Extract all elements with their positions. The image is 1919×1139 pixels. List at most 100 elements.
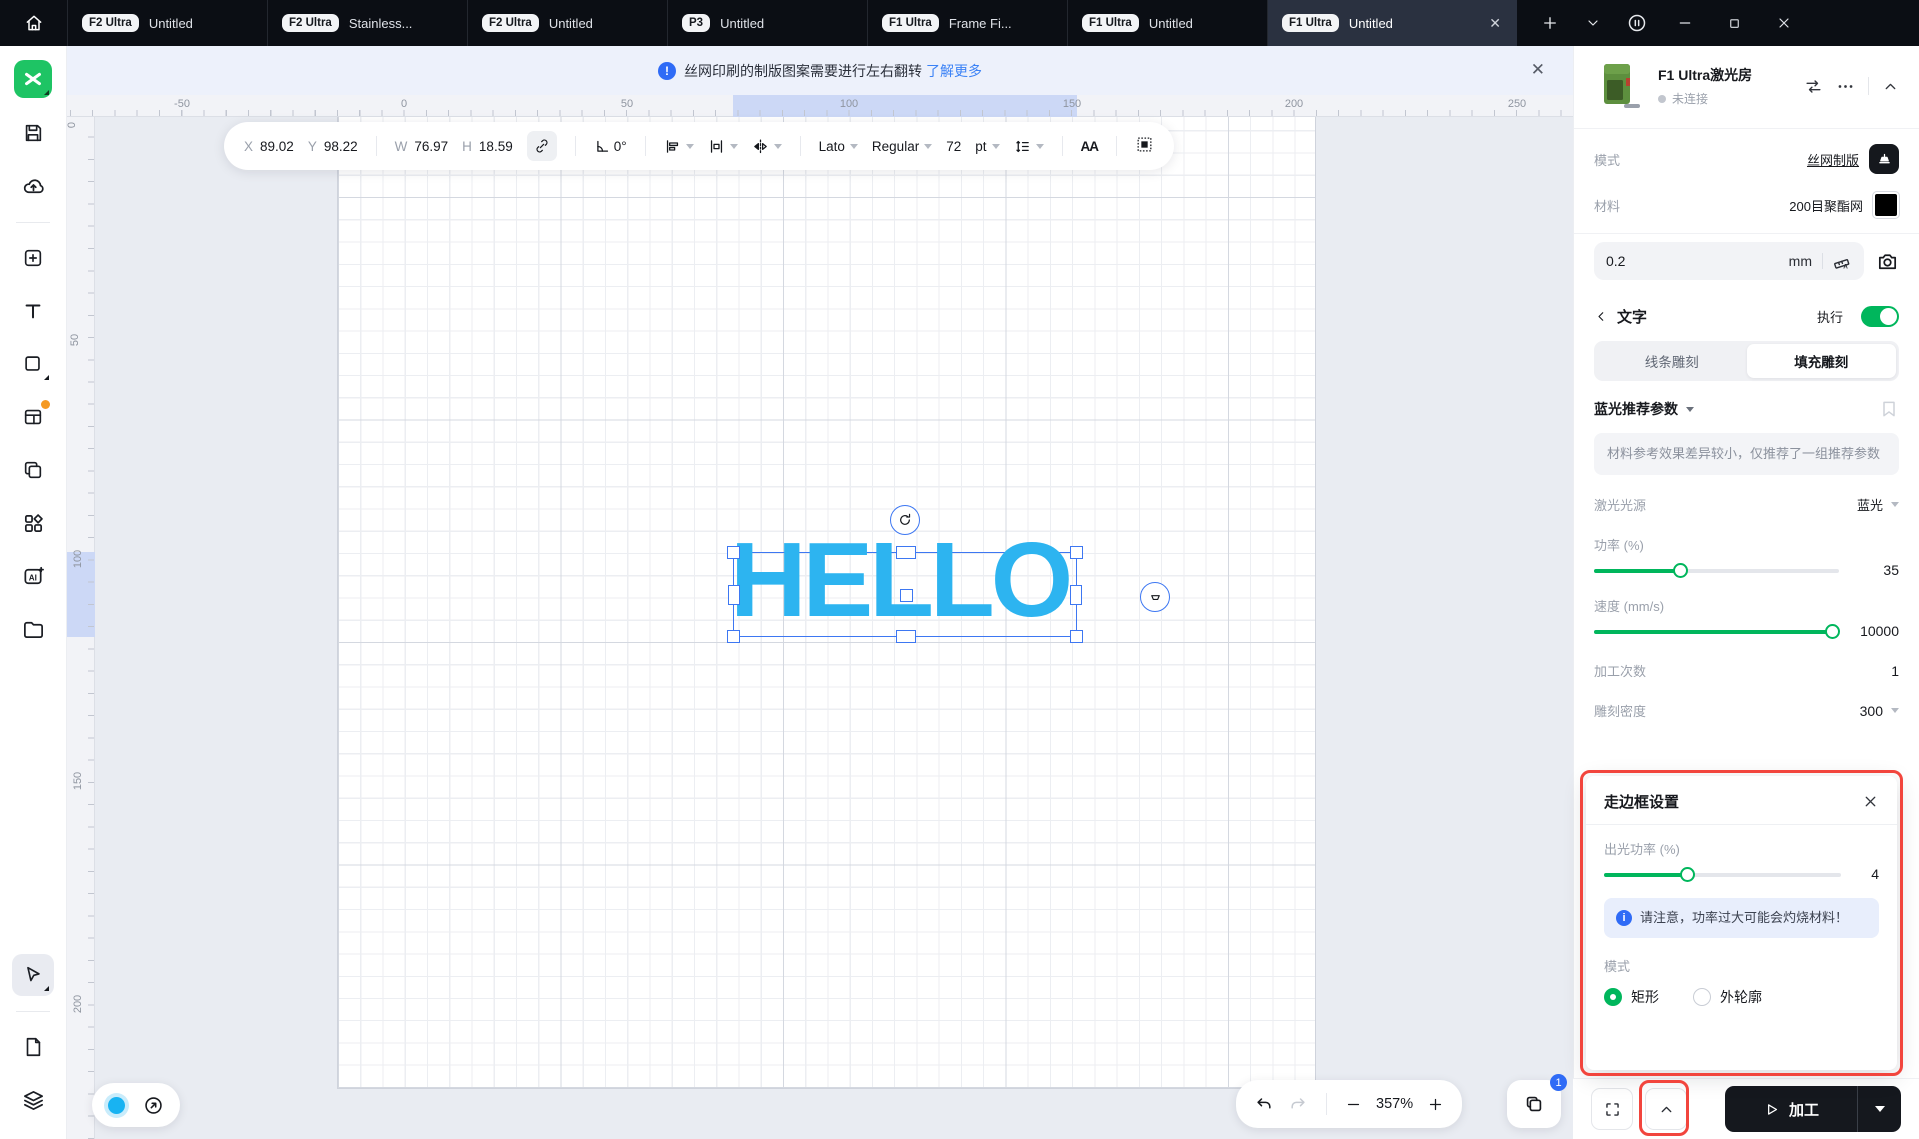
redo-icon[interactable]: [1288, 1094, 1308, 1114]
save-button[interactable]: [12, 112, 54, 154]
back-chevron-icon[interactable]: [1594, 309, 1609, 324]
maximize-icon[interactable]: [1727, 16, 1742, 31]
feedback-icon[interactable]: [1627, 13, 1647, 33]
ai-image-button[interactable]: AI: [12, 555, 54, 597]
resize-handle-e[interactable]: [1070, 585, 1082, 605]
layer-list-button[interactable]: 1: [1507, 1080, 1561, 1128]
resize-handle-n[interactable]: [896, 546, 916, 559]
tab-fill-engrave[interactable]: 填充雕刻: [1747, 344, 1897, 378]
resize-handle-w[interactable]: [728, 585, 740, 605]
collapse-settings-button[interactable]: [1645, 1088, 1687, 1130]
density-value[interactable]: 300: [1860, 703, 1883, 719]
screen-print-icon[interactable]: [1869, 144, 1899, 174]
distort-handle[interactable]: [1140, 582, 1170, 612]
canvas-area[interactable]: -50 0 50 100 150 200 250 0 50 100 150 20…: [67, 95, 1573, 1139]
power-value[interactable]: 35: [1853, 562, 1899, 578]
zoom-level[interactable]: 357%: [1376, 1096, 1413, 1112]
camera-measure-icon[interactable]: [1876, 250, 1899, 273]
w-value[interactable]: 76.97: [414, 139, 448, 154]
resize-handle-nw[interactable]: [727, 546, 740, 559]
tab-line-engrave[interactable]: 线条雕刻: [1597, 344, 1747, 378]
distribute-dropdown[interactable]: [708, 138, 738, 155]
tab-document-2[interactable]: F2 UltraStainless...: [267, 0, 467, 46]
resize-handle-sw[interactable]: [727, 630, 740, 643]
tab-document-7-active[interactable]: F1 UltraUntitled✕: [1267, 0, 1517, 46]
frame-power-slider[interactable]: [1604, 867, 1841, 882]
process-dropdown[interactable]: [1857, 1086, 1901, 1132]
x-value[interactable]: 89.02: [260, 139, 294, 154]
jump-arrow-icon[interactable]: [143, 1095, 164, 1116]
center-anchor-handle[interactable]: [900, 589, 913, 602]
canvas-text[interactable]: HELLO: [730, 527, 1069, 633]
tab-document-3[interactable]: F2 UltraUntitled: [467, 0, 667, 46]
shape-tool-button[interactable]: [12, 343, 54, 385]
passes-value[interactable]: 1: [1891, 663, 1899, 679]
zoom-in-icon[interactable]: [1427, 1096, 1444, 1113]
page-settings-button[interactable]: [12, 1026, 54, 1068]
material-value[interactable]: 200目聚酯网: [1789, 196, 1863, 215]
more-options-icon[interactable]: [1836, 77, 1855, 96]
selected-text-object[interactable]: HELLO: [733, 552, 1077, 637]
letter-case-button[interactable]: AA: [1081, 139, 1099, 154]
preset-label[interactable]: 蓝光推荐参数: [1594, 399, 1678, 419]
frame-power-value[interactable]: 4: [1855, 866, 1879, 882]
speed-slider[interactable]: [1594, 624, 1839, 639]
rotate-handle[interactable]: [890, 505, 920, 535]
switch-device-icon[interactable]: [1804, 77, 1823, 96]
dialog-close-icon[interactable]: [1862, 793, 1879, 810]
undo-icon[interactable]: [1254, 1094, 1274, 1114]
close-tab-icon[interactable]: ✕: [1487, 15, 1503, 32]
font-weight-select[interactable]: Regular: [872, 139, 932, 154]
font-unit-select[interactable]: pt: [975, 139, 999, 154]
collapse-panel-icon[interactable]: [1882, 78, 1899, 95]
y-value[interactable]: 98.22: [324, 139, 358, 154]
measure-ruler-icon[interactable]: A: [1833, 252, 1852, 271]
resize-handle-s[interactable]: [896, 630, 916, 643]
font-family-select[interactable]: Lato: [819, 139, 858, 154]
tab-document-4[interactable]: P3Untitled: [667, 0, 867, 46]
layers-panel-button[interactable]: [12, 1079, 54, 1121]
insert-button[interactable]: [12, 237, 54, 279]
xtool-logo[interactable]: [14, 60, 52, 98]
tab-list-chevron-icon[interactable]: [1585, 15, 1601, 31]
mode-value-link[interactable]: 丝网制版: [1807, 150, 1859, 169]
resize-handle-ne[interactable]: [1070, 546, 1083, 559]
thickness-input[interactable]: 0.2 mm A: [1594, 242, 1864, 280]
flip-dropdown[interactable]: [752, 138, 782, 155]
text-tool-button[interactable]: [12, 290, 54, 332]
minimize-icon[interactable]: [1677, 15, 1693, 31]
notification-close-icon[interactable]: ✕: [1531, 60, 1545, 80]
outline-mode-button[interactable]: [1135, 135, 1154, 157]
learn-more-link[interactable]: 了解更多: [926, 61, 982, 81]
font-size-value[interactable]: 72: [946, 139, 961, 154]
power-slider[interactable]: [1594, 563, 1839, 578]
speed-value[interactable]: 10000: [1853, 623, 1899, 639]
rotation-control[interactable]: 0°: [594, 138, 627, 155]
zoom-out-icon[interactable]: [1345, 1096, 1362, 1113]
h-value[interactable]: 18.59: [479, 139, 513, 154]
select-tool-button[interactable]: [12, 954, 54, 996]
tab-document-1[interactable]: F2 UltraUntitled: [67, 0, 267, 46]
radio-outline[interactable]: 外轮廓: [1693, 987, 1762, 1007]
duplicate-tool-button[interactable]: [12, 449, 54, 491]
line-spacing-dropdown[interactable]: [1014, 138, 1044, 155]
close-window-icon[interactable]: [1776, 15, 1792, 31]
elements-button[interactable]: [12, 502, 54, 544]
template-button[interactable]: [12, 396, 54, 438]
home-button[interactable]: [0, 0, 67, 46]
lock-ratio-button[interactable]: [527, 131, 557, 161]
cloud-upload-button[interactable]: [12, 165, 54, 207]
files-button[interactable]: [12, 608, 54, 650]
process-button[interactable]: 加工: [1725, 1086, 1901, 1132]
frame-preview-button[interactable]: [1591, 1088, 1633, 1130]
laser-spot-toggle[interactable]: [108, 1097, 125, 1114]
resize-handle-se[interactable]: [1070, 630, 1083, 643]
execute-toggle[interactable]: [1861, 306, 1899, 327]
tab-document-6[interactable]: F1 UltraUntitled: [1067, 0, 1267, 46]
save-preset-icon[interactable]: [1879, 399, 1899, 419]
align-dropdown[interactable]: [664, 138, 694, 155]
material-swatch[interactable]: [1873, 192, 1899, 218]
radio-rectangle[interactable]: 矩形: [1604, 987, 1659, 1007]
tab-document-5[interactable]: F1 UltraFrame Fi...: [867, 0, 1067, 46]
laser-source-value[interactable]: 蓝光: [1857, 495, 1883, 514]
